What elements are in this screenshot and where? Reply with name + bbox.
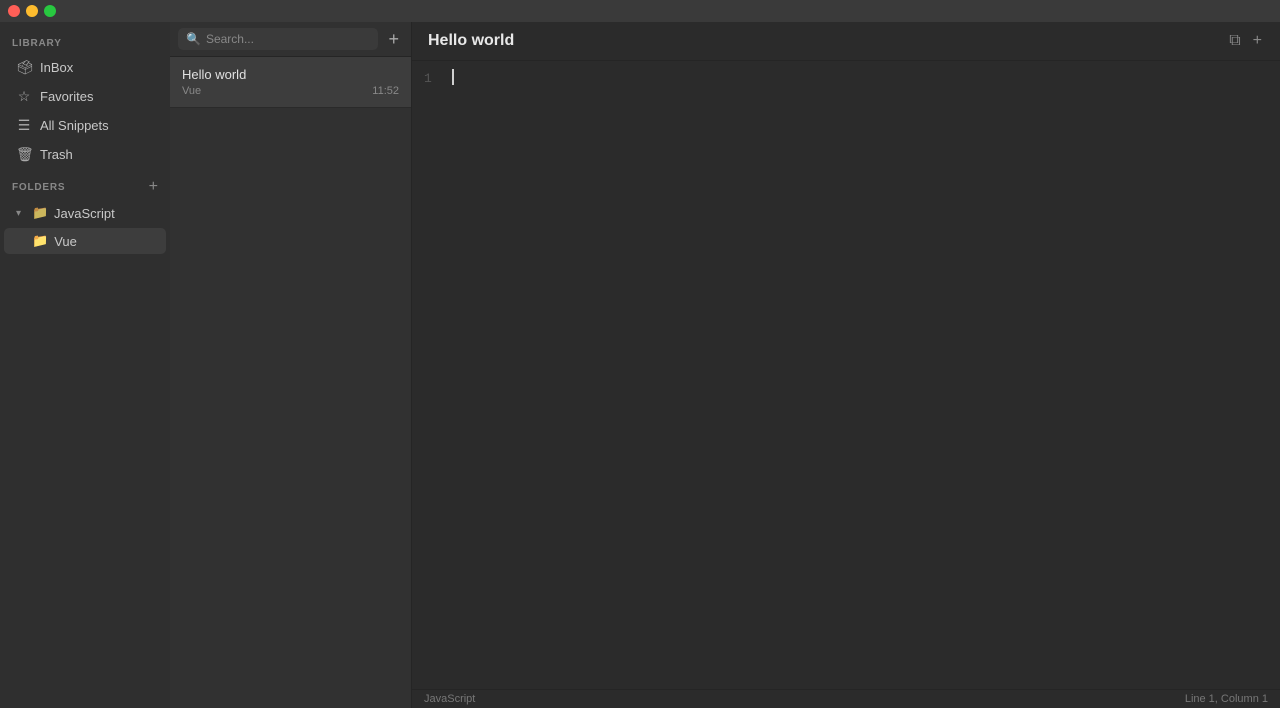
footer-position: Line 1, Column 1 xyxy=(1185,693,1268,705)
sidebar-item-inbox[interactable]: 🗳 InBox xyxy=(4,54,166,81)
snippet-time: 11:52 xyxy=(372,85,399,97)
search-box: 🔍 xyxy=(178,28,378,50)
text-cursor xyxy=(452,69,454,85)
all-snippets-icon: ☰ xyxy=(16,117,32,134)
snippet-list: 🔍 + Hello world Vue 11:52 xyxy=(170,22,412,708)
subfolder-icon: 📁 xyxy=(32,233,48,249)
trash-icon: 🗑 xyxy=(16,146,32,163)
favorites-icon: ☆ xyxy=(16,88,32,105)
search-icon: 🔍 xyxy=(186,32,201,46)
copy-icon[interactable]: ⧉ xyxy=(1227,30,1242,52)
subfolder-item-vue[interactable]: 📁 Vue xyxy=(4,228,166,254)
sidebar-item-label-inbox: InBox xyxy=(40,60,73,75)
sidebar-item-label-all-snippets: All Snippets xyxy=(40,118,109,133)
title-bar xyxy=(0,0,1280,22)
snippet-item-hello-world[interactable]: Hello world Vue 11:52 xyxy=(170,57,411,108)
snippet-title: Hello world xyxy=(182,67,399,82)
inbox-icon: 🗳 xyxy=(16,59,32,76)
editor-header: Hello world ⧉ + xyxy=(412,22,1280,61)
folder-item-javascript[interactable]: ▾ 📁 JavaScript xyxy=(4,200,166,226)
subfolder-label-vue: Vue xyxy=(54,234,77,249)
cursor-line xyxy=(452,69,1272,85)
search-input[interactable] xyxy=(206,32,371,46)
editor-toolbar: ⧉ + xyxy=(1227,30,1264,52)
folders-header: FOLDERS + xyxy=(0,169,170,199)
traffic-lights xyxy=(8,5,56,17)
add-icon[interactable]: + xyxy=(1251,30,1264,52)
folder-label-javascript: JavaScript xyxy=(54,206,115,221)
snippet-meta: Vue 11:52 xyxy=(182,85,399,97)
close-button[interactable] xyxy=(8,5,20,17)
sidebar-item-all-snippets[interactable]: ☰ All Snippets xyxy=(4,112,166,139)
editor-footer: JavaScript Line 1, Column 1 xyxy=(412,689,1280,708)
footer-language: JavaScript xyxy=(424,693,475,705)
add-snippet-button[interactable]: + xyxy=(384,28,403,50)
library-label: LIBRARY xyxy=(0,30,170,53)
maximize-button[interactable] xyxy=(44,5,56,17)
sidebar-item-label-favorites: Favorites xyxy=(40,89,93,104)
sidebar-item-trash[interactable]: 🗑 Trash xyxy=(4,141,166,168)
add-folder-button[interactable]: + xyxy=(149,179,158,195)
line-number-1: 1 xyxy=(424,69,432,90)
sidebar-item-favorites[interactable]: ☆ Favorites xyxy=(4,83,166,110)
sidebar: LIBRARY 🗳 InBox ☆ Favorites ☰ All Snippe… xyxy=(0,22,170,708)
editor-area: Hello world ⧉ + 1 JavaScript Line 1, Col… xyxy=(412,22,1280,708)
line-numbers: 1 xyxy=(412,69,444,681)
folders-label: FOLDERS xyxy=(12,182,65,193)
snippet-list-header: 🔍 + xyxy=(170,22,411,57)
chevron-down-icon: ▾ xyxy=(16,208,26,219)
editor-content: 1 xyxy=(412,61,1280,689)
minimize-button[interactable] xyxy=(26,5,38,17)
folder-icon: 📁 xyxy=(32,205,48,221)
code-area[interactable] xyxy=(444,69,1280,681)
editor-title: Hello world xyxy=(428,32,514,50)
main-layout: LIBRARY 🗳 InBox ☆ Favorites ☰ All Snippe… xyxy=(0,22,1280,708)
sidebar-item-label-trash: Trash xyxy=(40,147,73,162)
snippet-folder: Vue xyxy=(182,85,201,97)
